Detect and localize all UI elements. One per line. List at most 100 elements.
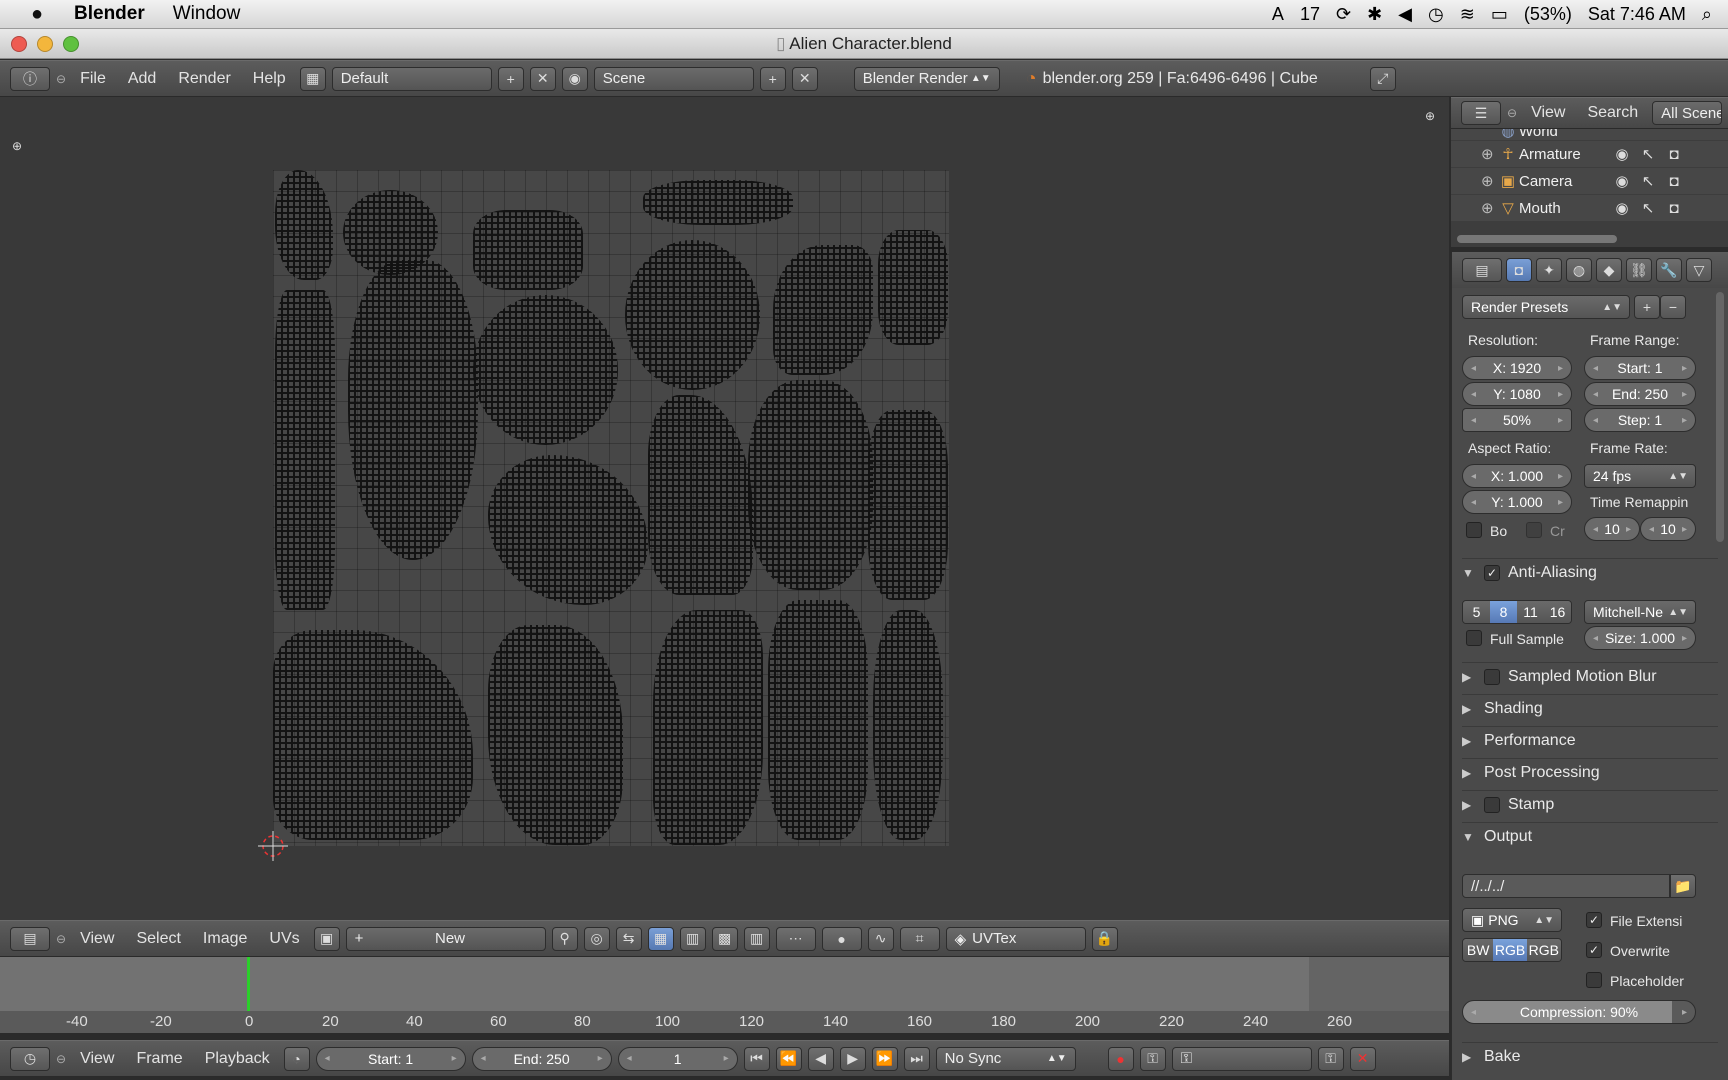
color-mode-rgb[interactable]: RGB bbox=[1493, 939, 1527, 961]
collapse-icon[interactable]: ⊖ bbox=[56, 932, 66, 946]
uv-map-field[interactable]: ◈ UVTex bbox=[945, 926, 1086, 951]
render-tab-icon[interactable]: ◘ bbox=[1506, 258, 1532, 282]
properties-scrollbar[interactable] bbox=[1716, 292, 1724, 542]
prev-keyframe-icon[interactable]: ⏪ bbox=[775, 1046, 802, 1071]
outliner-row-camera[interactable]: ⊕ ▣ Camera ◉ ↖ ◘ bbox=[1451, 168, 1728, 195]
overwrite-checkbox[interactable]: ✓ bbox=[1586, 942, 1602, 958]
scene-icon[interactable]: ◉ bbox=[561, 66, 588, 91]
record-icon[interactable]: ● bbox=[1107, 1046, 1134, 1071]
aa-samples-16[interactable]: 16 bbox=[1544, 601, 1571, 623]
visibility-eye-icon[interactable]: ◉ bbox=[1609, 199, 1635, 217]
data-tab-icon[interactable]: ▽ bbox=[1686, 258, 1712, 282]
resolution-percent-slider[interactable]: 50% bbox=[1462, 408, 1572, 432]
app-menu[interactable]: Blender bbox=[74, 3, 145, 25]
jump-start-icon[interactable]: ⏮ bbox=[743, 1046, 770, 1071]
frame-step-field[interactable]: Step: 1 bbox=[1584, 408, 1696, 432]
post-processing-panel-header[interactable]: ▶ Post Processing bbox=[1462, 758, 1718, 786]
timeline-view-menu[interactable]: View bbox=[72, 1050, 122, 1068]
editor-type-info-icon[interactable]: ⓘ bbox=[10, 66, 50, 91]
editor-type-timeline-icon[interactable]: ◷ bbox=[10, 1046, 50, 1071]
collapse-icon[interactable]: ⊖ bbox=[56, 1052, 66, 1066]
full-sample-checkbox[interactable] bbox=[1466, 630, 1482, 646]
selectable-arrow-icon[interactable]: ↖ bbox=[1635, 199, 1661, 217]
help-menu[interactable]: Help bbox=[245, 70, 294, 88]
frame-rate-select[interactable]: 24 fps ▲▼ bbox=[1584, 464, 1696, 488]
frame-end-field[interactable]: End: 250 bbox=[1584, 382, 1696, 406]
image-browse-icon[interactable]: ▣ bbox=[313, 926, 340, 951]
frame-start-field[interactable]: Start: 1 bbox=[1584, 356, 1696, 380]
outliner-view-menu[interactable]: View bbox=[1523, 104, 1573, 122]
editor-type-uv-icon[interactable]: ▤ bbox=[10, 926, 50, 951]
timeline-end-field[interactable]: End: 250 bbox=[471, 1046, 612, 1071]
timeline-start-field[interactable]: Start: 1 bbox=[315, 1046, 466, 1071]
snap-icon[interactable]: ⌗ bbox=[899, 926, 940, 951]
screen-layout-icon[interactable]: ▦ bbox=[299, 66, 326, 91]
wifi-icon[interactable]: ≋ bbox=[1460, 4, 1475, 25]
3d-cursor-icon[interactable] bbox=[258, 831, 288, 861]
remove-scene-button[interactable]: ✕ bbox=[791, 66, 818, 91]
properties-editor[interactable]: ▤ ◘ ✦ ◍ ◆ ⛓ 🔧 ▽ Render Presets ▲▼ + − Res… bbox=[1451, 252, 1728, 1080]
island-select-icon[interactable]: ▥ bbox=[743, 926, 770, 951]
clock[interactable]: Sat 7:46 AM bbox=[1588, 4, 1686, 25]
volume-icon[interactable]: ◀ bbox=[1398, 4, 1412, 25]
modifiers-tab-icon[interactable]: 🔧 bbox=[1656, 258, 1682, 282]
bluetooth-icon[interactable]: ✱ bbox=[1367, 4, 1382, 25]
add-layout-button[interactable]: + bbox=[497, 66, 524, 91]
keying-icon[interactable]: ⚿ bbox=[1139, 1046, 1166, 1071]
border-checkbox[interactable] bbox=[1466, 522, 1482, 538]
add-scene-button[interactable]: + bbox=[759, 66, 786, 91]
uv-view-menu[interactable]: View bbox=[72, 930, 122, 948]
expand-icon[interactable]: ⊕ bbox=[1481, 199, 1497, 217]
sync-selection-icon[interactable]: ⇆ bbox=[615, 926, 642, 951]
render-camera-icon[interactable]: ◘ bbox=[1661, 173, 1687, 190]
selectable-arrow-icon[interactable]: ↖ bbox=[1635, 172, 1661, 190]
outliner-row-mouth[interactable]: ⊕ ▽ Mouth ◉ ↖ ◘ bbox=[1451, 195, 1728, 222]
next-keyframe-icon[interactable]: ⏩ bbox=[871, 1046, 898, 1071]
shading-panel-header[interactable]: ▶ Shading bbox=[1462, 694, 1718, 722]
outliner-filter-select[interactable]: All Scene bbox=[1652, 101, 1723, 125]
screen-layout-field[interactable]: Default bbox=[331, 66, 492, 91]
collapse-icon[interactable]: ⊖ bbox=[1507, 106, 1517, 120]
toolbar-expand-icon[interactable]: ⊕ bbox=[1425, 109, 1435, 123]
aspect-y-field[interactable]: Y: 1.000 bbox=[1462, 490, 1572, 514]
outliner[interactable]: ☰ ⊖ View Search All Scene ◍ World ⊕ ☥ Ar… bbox=[1451, 97, 1728, 247]
motion-blur-checkbox[interactable] bbox=[1484, 668, 1500, 685]
sticky-select-icon[interactable]: ⋯ bbox=[775, 926, 816, 951]
scene-field[interactable]: Scene bbox=[593, 66, 754, 91]
color-mode-rgba[interactable]: RGB bbox=[1526, 939, 1561, 961]
uv-uvs-menu[interactable]: UVs bbox=[261, 930, 307, 948]
time-remap-new-field[interactable]: 10 bbox=[1640, 517, 1696, 541]
render-engine-select[interactable]: Blender Render ▲▼ bbox=[853, 66, 1000, 91]
object-tab-icon[interactable]: ◆ bbox=[1596, 258, 1622, 282]
collapse-icon[interactable]: ⊖ bbox=[56, 72, 66, 86]
jump-end-icon[interactable]: ⏭ bbox=[903, 1046, 930, 1071]
outliner-row-world[interactable]: ◍ World bbox=[1451, 129, 1728, 141]
face-select-icon[interactable]: ▩ bbox=[711, 926, 738, 951]
outliner-scrollbar[interactable] bbox=[1457, 235, 1617, 243]
render-camera-icon[interactable]: ◘ bbox=[1661, 200, 1687, 217]
keying-set-field[interactable]: ⚿ bbox=[1171, 1046, 1312, 1071]
resolution-y-field[interactable]: Y: 1080 bbox=[1462, 382, 1572, 406]
aa-samples-5[interactable]: 5 bbox=[1463, 601, 1490, 623]
timeline-frame-menu[interactable]: Frame bbox=[128, 1050, 190, 1068]
stamp-panel-header[interactable]: ▶ Stamp bbox=[1462, 790, 1718, 818]
aa-filter-select[interactable]: Mitchell-Ne ▲▼ bbox=[1584, 600, 1696, 624]
pin-icon[interactable]: ⚲ bbox=[551, 926, 578, 951]
expand-icon[interactable]: ⊕ bbox=[1481, 145, 1497, 163]
selectable-arrow-icon[interactable]: ↖ bbox=[1635, 145, 1661, 163]
placeholder-checkbox[interactable] bbox=[1586, 972, 1602, 988]
outliner-row-armature[interactable]: ⊕ ☥ Armature ◉ ↖ ◘ bbox=[1451, 141, 1728, 168]
time-machine-icon[interactable]: ◷ bbox=[1428, 4, 1444, 25]
proportional-edit-icon[interactable]: ● bbox=[821, 926, 862, 951]
pivot-icon[interactable]: ◎ bbox=[583, 926, 610, 951]
lock-icon[interactable]: 🔒 bbox=[1091, 926, 1118, 951]
anti-aliasing-checkbox[interactable]: ✓ bbox=[1484, 564, 1500, 581]
delete-keyframe-icon[interactable]: ✕ bbox=[1349, 1046, 1376, 1071]
constraints-tab-icon[interactable]: ⛓ bbox=[1626, 258, 1652, 282]
output-path-input[interactable]: //../../ bbox=[1462, 874, 1670, 898]
remove-layout-button[interactable]: ✕ bbox=[529, 66, 556, 91]
visibility-eye-icon[interactable]: ◉ bbox=[1609, 172, 1635, 190]
edge-select-icon[interactable]: ▥ bbox=[679, 926, 706, 951]
preview-range-icon[interactable]: ◔ bbox=[283, 1046, 310, 1071]
sync-icon[interactable]: ⟳ bbox=[1336, 4, 1351, 25]
